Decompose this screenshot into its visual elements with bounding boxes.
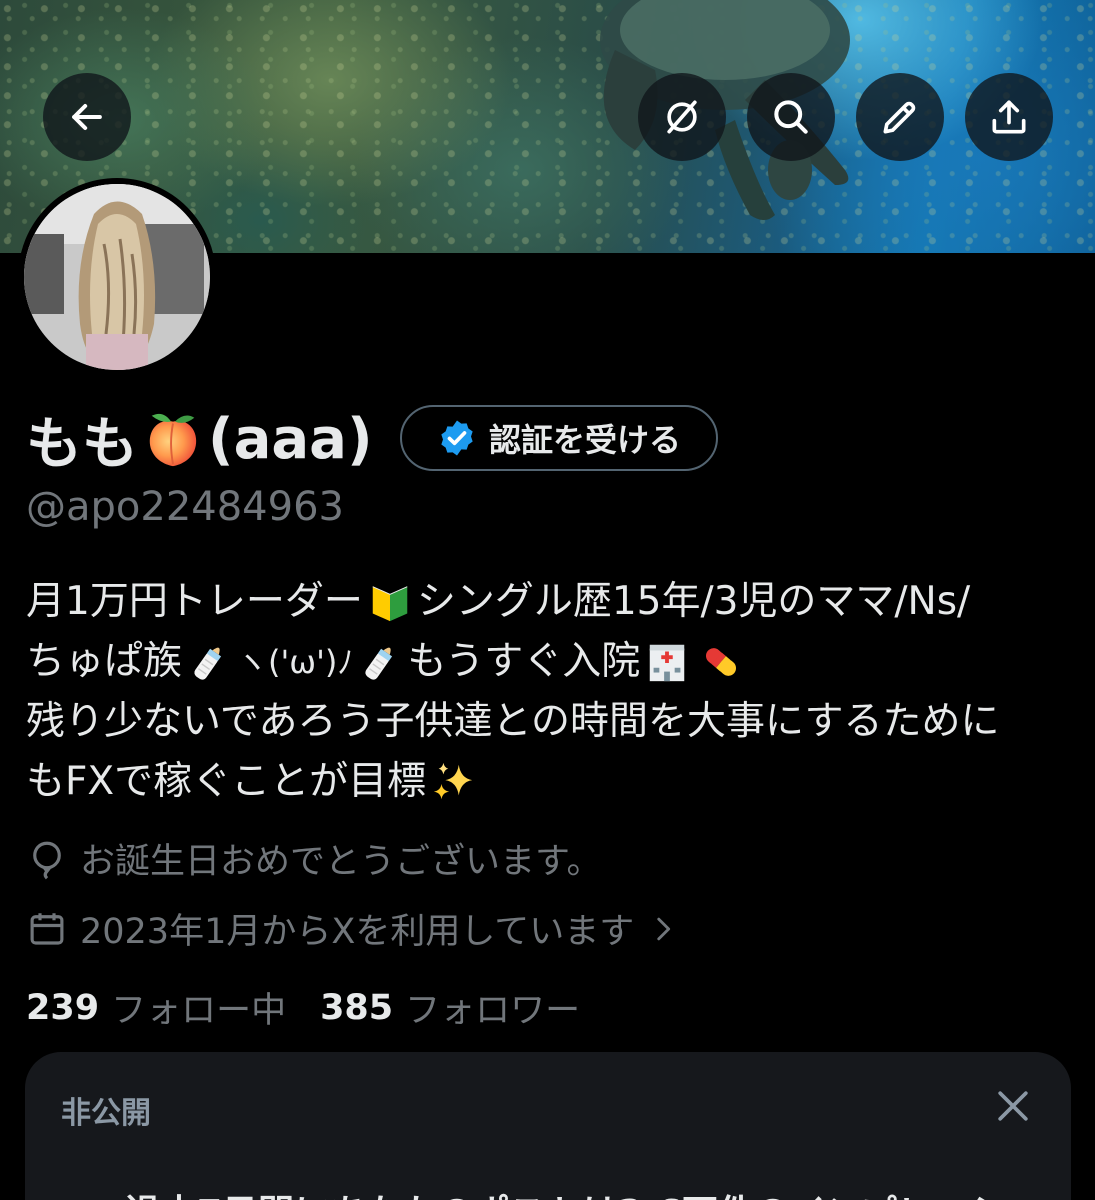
private-analytics-card: 非公開 過去7日間にあなたのポストは2.6万件のインプレッシ xyxy=(25,1052,1071,1200)
baby-bottle-emoji-icon xyxy=(365,647,393,680)
search-icon xyxy=(774,100,808,134)
back-arrow-icon xyxy=(72,103,102,131)
share-button[interactable] xyxy=(965,73,1053,161)
calendar-icon xyxy=(30,912,64,945)
chevron-right-icon xyxy=(657,917,671,940)
birthday-row: お誕生日おめでとうございます。 xyxy=(26,833,602,884)
hospital-emoji-icon xyxy=(649,644,685,682)
balloon-icon xyxy=(33,841,61,879)
joined-row[interactable]: 2023年1月からXを利用しています xyxy=(26,903,680,954)
card-title: 非公開 xyxy=(61,1096,151,1131)
grok-icon xyxy=(667,100,697,134)
edit-button[interactable] xyxy=(856,73,944,161)
peach-emoji-icon xyxy=(149,413,197,467)
profile-bio: 月1万円トレーダー シングル歴15年/3児のママ/Ns/ ちゅぱ族 ヽ('ω')… xyxy=(26,572,1066,812)
bio-text: シングル歴15年/3児のママ/Ns/ xyxy=(416,579,971,624)
follow-stats: 239 フォロー中 385 フォロワー xyxy=(26,982,580,1033)
get-verified-label: 認証を受ける xyxy=(488,421,681,459)
bio-text: もうすぐ入院 xyxy=(407,639,641,684)
bio-line: 残り少ないであろう子供達との時間を大事にするために xyxy=(26,692,1066,752)
bio-text: 残り少ないであろう子供達との時間を大事にするために xyxy=(26,699,1000,744)
bio-line: もFXで稼ぐことが目標 xyxy=(26,752,1066,812)
search-button[interactable] xyxy=(747,73,835,161)
following-count: 239 xyxy=(26,987,100,1028)
bio-text: 月1万円トレーダー xyxy=(26,579,363,624)
verified-badge-icon xyxy=(441,420,473,456)
joined-text: 2023年1月からXを利用しています xyxy=(80,912,635,952)
grok-button[interactable] xyxy=(638,73,726,161)
display-name-text: もも xyxy=(26,411,138,477)
bio-text: ちゅぱ族 xyxy=(26,639,183,684)
share-icon xyxy=(992,100,1026,134)
display-name: もも (aaa) xyxy=(26,399,373,480)
birthday-text: お誕生日おめでとうございます。 xyxy=(80,842,602,882)
card-text: 過去7日間にあなたのポストは2.6万件のインプレッシ xyxy=(125,1184,1005,1200)
avatar-image xyxy=(24,184,210,370)
beginner-mark-emoji-icon xyxy=(372,586,408,622)
baby-bottle-emoji-icon xyxy=(194,647,222,680)
followers-label: フォロワー xyxy=(405,991,581,1031)
close-icon[interactable] xyxy=(991,1084,1035,1128)
sparkles-emoji-icon xyxy=(433,762,473,800)
bio-kaomoji: ヽ('ω')ﾉ xyxy=(236,643,354,681)
user-handle: @apo22484963 xyxy=(26,484,344,530)
get-verified-button[interactable]: 認証を受ける xyxy=(400,405,718,471)
bio-text: もFXで稼ぐことが目標 xyxy=(26,759,427,804)
display-name-suffix: (aaa) xyxy=(208,406,373,472)
followers-count: 385 xyxy=(320,987,394,1028)
followers-link[interactable]: 385 フォロワー xyxy=(320,982,580,1033)
profile-avatar[interactable] xyxy=(18,178,216,376)
pill-emoji-icon xyxy=(706,648,737,676)
avatar-photo xyxy=(24,184,210,370)
pencil-icon xyxy=(883,101,916,134)
display-name-row: もも (aaa) xyxy=(26,402,373,477)
following-label: フォロー中 xyxy=(111,991,287,1031)
back-button[interactable] xyxy=(43,73,131,161)
following-link[interactable]: 239 フォロー中 xyxy=(26,982,286,1033)
bio-line: ちゅぱ族 ヽ('ω')ﾉ もうすぐ入院 xyxy=(26,632,1066,692)
bio-line: 月1万円トレーダー シングル歴15年/3児のママ/Ns/ xyxy=(26,572,1066,632)
